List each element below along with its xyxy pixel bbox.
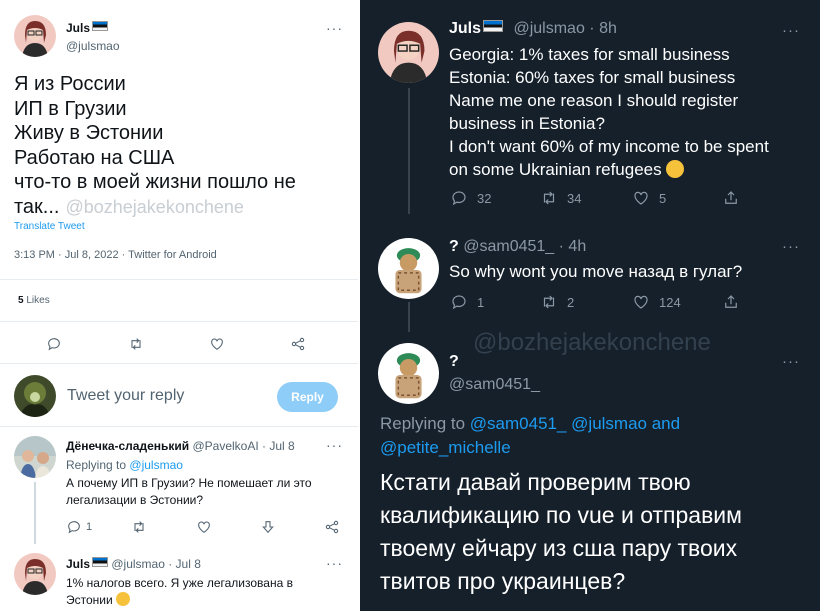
share-icon[interactable]: [722, 189, 740, 207]
downvote-icon[interactable]: [260, 519, 276, 535]
divider: [0, 426, 358, 427]
watermark: @bozhejakekonchene: [473, 329, 711, 356]
reply-count: 1: [477, 294, 485, 310]
light-thread-screenshot: Juls @julsmao ··· Я из России ИП в Грузи…: [0, 0, 358, 611]
thread-connector: [34, 482, 36, 544]
like-count: 5: [659, 190, 667, 206]
replying-to: Replying to @julsmao: [66, 458, 183, 472]
reply-icon[interactable]: [46, 336, 62, 352]
like-icon[interactable]: [196, 519, 212, 535]
relieved-face-emoji-icon: [116, 592, 131, 606]
divider: [0, 363, 358, 364]
comment-text: 1% налогов всего. Я уже легализована в Э…: [66, 576, 293, 607]
tweet-author-name[interactable]: ?: [449, 353, 459, 371]
like-count: 124: [659, 294, 681, 310]
tweet-reply-input[interactable]: Tweet your reply: [67, 387, 184, 405]
laughing-tears-emoji-icon: [666, 160, 685, 178]
share-icon[interactable]: [324, 519, 340, 535]
more-options-icon[interactable]: ···: [326, 20, 343, 36]
tweet-text: Я из России ИП в Грузии Живу в Эстонии Р…: [14, 73, 296, 218]
tweet-text: So why wont you move назад в гулаг?: [449, 262, 743, 281]
estonia-flag-icon: [483, 20, 504, 32]
avatar-juls[interactable]: [14, 553, 56, 595]
retweet-icon[interactable]: [128, 336, 144, 352]
replying-to-handle-link[interactable]: @julsmao: [129, 458, 183, 472]
avatar-juls[interactable]: [14, 15, 56, 57]
retweet-icon[interactable]: 34: [540, 189, 581, 207]
more-options-icon[interactable]: ···: [782, 22, 800, 39]
reply-count: 1: [86, 521, 93, 533]
avatar-juls[interactable]: [378, 22, 439, 83]
divider: [0, 321, 358, 322]
tweet-header[interactable]: Juls @julsmao · 8h: [449, 20, 617, 38]
thread-connector: [408, 88, 410, 214]
tweet-meta: 3:13 PM · Jul 8, 2022 · Twitter for Andr…: [14, 249, 217, 261]
retweet-count: 2: [567, 294, 575, 310]
reply-button[interactable]: Reply: [277, 382, 338, 412]
like-icon[interactable]: 5: [632, 189, 666, 207]
more-options-icon[interactable]: ···: [782, 353, 800, 370]
comment-header[interactable]: Дёнечка-сладенький @PavelkoAI · Jul 8: [66, 439, 295, 453]
retweet-icon[interactable]: 2: [540, 293, 574, 311]
retweet-icon[interactable]: [131, 519, 147, 535]
tweet-author-handle[interactable]: @sam0451_: [449, 376, 540, 394]
avatar-sam[interactable]: [378, 238, 439, 299]
author-name[interactable]: Juls: [66, 21, 109, 35]
watermark: @bozhejakekonchene: [65, 196, 244, 217]
more-options-icon[interactable]: ···: [326, 555, 343, 571]
tweet-text: Кстати давай проверим твою квалификацию …: [380, 469, 742, 594]
comment-header[interactable]: Juls @julsmao · Jul 8: [66, 557, 201, 571]
share-icon[interactable]: [290, 336, 306, 352]
reply-icon[interactable]: 1: [450, 293, 484, 311]
reply-icon[interactable]: 32: [450, 189, 491, 207]
divider: [0, 279, 358, 280]
thread-connector: [408, 302, 410, 332]
avatar-pavelko[interactable]: [14, 436, 56, 478]
like-icon[interactable]: 124: [632, 293, 681, 311]
retweet-count: 34: [567, 190, 582, 206]
avatar-sam[interactable]: [378, 343, 439, 404]
estonia-flag-icon: [92, 557, 109, 567]
tweet-header[interactable]: ? @sam0451_ · 4h: [449, 238, 586, 256]
comment-text: А почему ИП в Грузии? Не помешает ли это…: [66, 476, 312, 507]
tweet-text: Georgia: 1% taxes for small business Est…: [449, 45, 769, 179]
avatar-current-user[interactable]: [14, 375, 56, 417]
share-icon[interactable]: [722, 293, 740, 311]
replying-to-handles-link[interactable]: @sam0451_ @julsmao and: [470, 414, 680, 433]
more-options-icon[interactable]: ···: [326, 437, 343, 453]
author-handle[interactable]: @julsmao: [66, 39, 120, 53]
likes-count[interactable]: 5 Likes: [18, 295, 50, 306]
dark-thread-screenshot: Juls @julsmao · 8h ··· Georgia: 1% taxes…: [360, 0, 820, 611]
replying-to: Replying to @sam0451_ @julsmao and @peti…: [380, 414, 681, 457]
more-options-icon[interactable]: ···: [782, 238, 800, 255]
reply-count: 32: [477, 190, 492, 206]
translate-tweet-link[interactable]: Translate Tweet: [14, 221, 85, 232]
estonia-flag-icon: [92, 21, 109, 31]
like-icon[interactable]: [209, 336, 225, 352]
replying-to-handle-link[interactable]: @petite_michelle: [380, 438, 511, 457]
reply-icon[interactable]: 1: [66, 519, 92, 535]
